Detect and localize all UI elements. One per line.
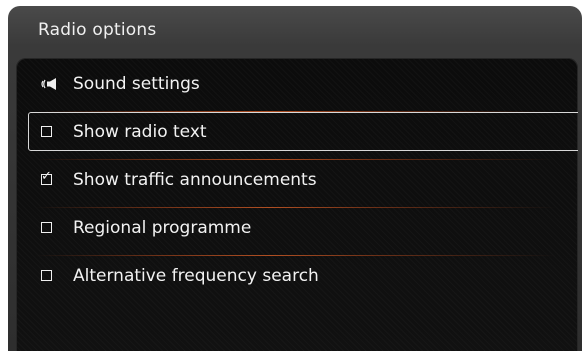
checkbox-icon[interactable] [29,270,71,281]
menu-item-sound-settings[interactable]: Sound settings [29,64,561,103]
checkbox-icon[interactable] [29,222,71,233]
menu-item-show-traffic-announcements[interactable]: ✓ Show traffic announcements [29,160,561,199]
menu-item-label: Regional programme [73,217,252,238]
menu-item-label: Alternative frequency search [73,265,319,286]
speaker-icon [29,77,71,91]
menu-item-show-radio-text[interactable]: Show radio text [28,112,578,151]
menu-item-label: Show radio text [73,121,207,142]
checkbox-checked: ✓ [41,170,52,185]
checkbox-icon[interactable]: ✓ [29,170,71,185]
checkbox-unchecked [41,126,52,137]
checkbox-icon[interactable] [29,126,71,137]
window-title: Radio options [38,20,157,40]
options-list: Sound settings Show radio text ✓ Show tr… [16,58,578,351]
menu-item-regional-programme[interactable]: Regional programme [29,208,561,247]
menu-item-label: Sound settings [73,73,200,94]
menu-item-label: Show traffic announcements [73,169,317,190]
radio-options-window: Radio options Sound settings Show radio … [8,6,582,351]
checkbox-unchecked [41,270,52,281]
menu-item-alternative-frequency-search[interactable]: Alternative frequency search [29,256,561,295]
checkbox-unchecked [41,222,52,233]
check-mark-icon: ✓ [41,169,52,184]
